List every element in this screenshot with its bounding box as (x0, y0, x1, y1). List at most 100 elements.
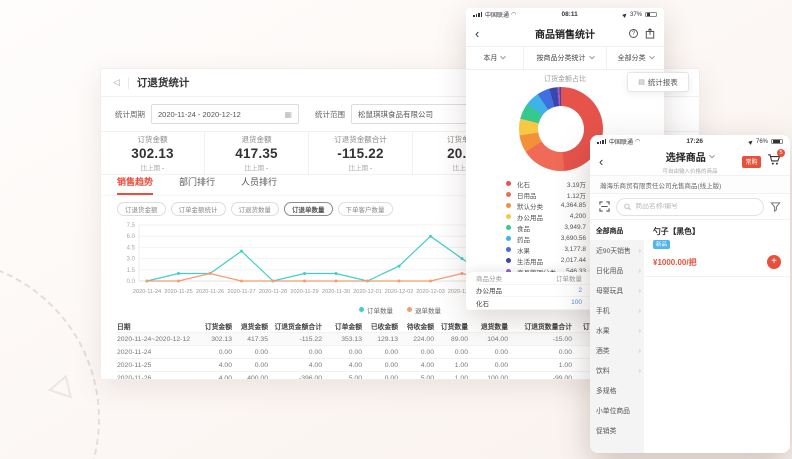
help-icon[interactable]: ? (629, 29, 638, 38)
sidebar-item[interactable]: 多规格 (590, 380, 644, 400)
table-cell: 302.13 (201, 336, 237, 343)
trend-indicator: - (162, 165, 164, 172)
category-value: 3,177.8 (564, 246, 586, 253)
search-row (590, 194, 790, 220)
search-input[interactable] (635, 203, 756, 210)
metric-pill[interactable]: 下单客户数量 (338, 202, 393, 216)
phone2-product-picker-screen: 中国联通 ◠ 17:26 76% ‹ 选择商品 可自由输入价格的商品 常购 (590, 135, 790, 453)
legend-item[interactable]: 退单数量 (407, 305, 441, 315)
share-icon[interactable] (645, 28, 655, 39)
svg-text:2020-11-25: 2020-11-25 (164, 289, 192, 295)
stat-label: 订退货金额合计 (334, 134, 387, 145)
chevron-right-icon: › (638, 266, 641, 275)
sidebar-item[interactable]: 水果› (590, 320, 644, 340)
sidebar-item-label: 饮料 (596, 365, 610, 375)
filter-dropdown-label: 全部分类 (618, 53, 646, 63)
product-name: 勺子【黑色】 (653, 226, 781, 237)
table-cell: 4.00 (403, 362, 439, 369)
table-cell: 0.00 (273, 349, 327, 356)
report-center-button[interactable]: ▤ 统计报表 (627, 72, 689, 92)
sheet-column-header: 商品分类 (476, 273, 538, 283)
sidebar-item-label: 水果 (596, 325, 610, 335)
sidebar-item-label: 小单位商品 (596, 405, 630, 415)
table-cell: -15.00 (513, 336, 577, 343)
table-cell: 0.00 (513, 349, 577, 356)
chevron-right-icon: › (638, 306, 641, 315)
sidebar-item[interactable]: 母婴玩具› (590, 280, 644, 300)
sidebar-item[interactable]: 小单位商品 (590, 400, 644, 420)
cart-count-badge: 5 (777, 149, 785, 157)
product-card[interactable]: 勺子【黑色】新品 ¥1000.00/把 + (644, 220, 790, 277)
legend-dot (359, 307, 364, 312)
sidebar-item[interactable]: 酒类› (590, 340, 644, 360)
metric-pill[interactable]: 订退单数量 (284, 202, 333, 216)
category-value: 4,200 (570, 213, 586, 220)
sidebar-item[interactable]: 全部商品 (590, 220, 644, 240)
add-to-cart-button[interactable]: + (767, 255, 781, 269)
product-price-row: ¥1000.00/把 + (653, 255, 781, 269)
metric-pill[interactable]: 订退货金额 (117, 202, 166, 216)
cart-button[interactable]: 5 (767, 153, 781, 171)
search-icon (624, 203, 631, 211)
svg-text:2020-11-26: 2020-11-26 (196, 289, 224, 295)
table-cell: 0.00 (473, 362, 513, 369)
table-cell: 417.35 (237, 336, 273, 343)
filter-dropdown[interactable]: 全部分类 (607, 47, 664, 69)
compare-label: 比上期 (245, 165, 265, 172)
battery-percent: 37% (630, 12, 642, 18)
titlebar-divider (128, 77, 129, 89)
sheet-category: 化石 (476, 298, 538, 308)
date-range-input[interactable]: 2020-11-24 - 2020-12-12 ▦ (151, 104, 299, 124)
table-cell: 2020-11-24~2020-12-12 (117, 336, 201, 343)
page-title: 订退货统计 (137, 75, 190, 90)
chevron-down-icon (501, 54, 507, 60)
svg-text:4.5: 4.5 (127, 245, 136, 251)
sheet-category: 办公用品 (476, 285, 538, 295)
filter-dropdown[interactable]: 按商品分类统计 (524, 47, 607, 69)
metric-pill[interactable]: 订退货数量 (231, 202, 280, 216)
legend-dot (506, 192, 511, 197)
product-price: ¥1000.00/把 (653, 257, 697, 268)
phone2-body: 全部商品近90天销售›日化用品›母婴玩具›手机›水果›酒类›饮料›多规格小单位商… (590, 220, 790, 453)
search-input-box[interactable] (616, 198, 764, 216)
metric-pill[interactable]: 订单金额统计 (171, 202, 226, 216)
period-filter-label: 统计周期 (115, 109, 145, 120)
supplier-notice-bar: 瀚海乐商贸有限责任公司允售商品(线上版) (590, 176, 790, 194)
sidebar-item[interactable]: 饮料 › (590, 360, 644, 380)
quick-buy-badge[interactable]: 常购 (742, 156, 761, 168)
sidebar-item[interactable]: 手机› (590, 300, 644, 320)
report-tab[interactable]: 部门排行 (179, 175, 215, 195)
report-tab[interactable]: 销售趋势 (117, 175, 153, 195)
scope-select-value: 松鼠琪琪食品有限公司 (358, 109, 433, 120)
category-value: 2,017.44 (561, 257, 586, 264)
report-button-label: 统计报表 (648, 77, 678, 88)
stat-value: 417.35 (235, 146, 278, 161)
sidebar-item[interactable]: 近90天销售› (590, 240, 644, 260)
carrier-label: 中国联通 (485, 10, 509, 19)
report-tab[interactable]: 人员排行 (241, 175, 277, 195)
sidebar-item[interactable]: 促销类 (590, 420, 644, 440)
table-cell: 100.00 (473, 375, 513, 381)
chevron-down-icon (589, 54, 595, 60)
trend-indicator: - (370, 165, 372, 172)
chevron-right-icon: › (638, 366, 641, 375)
category-name: 水果 (517, 245, 564, 255)
stat-value: 302.13 (131, 146, 174, 161)
legend-item[interactable]: 订单数量 (359, 305, 393, 315)
orange-dot-small-decoration (38, 316, 47, 325)
table-cell: -99.00 (513, 375, 577, 381)
filter-dropdown[interactable]: 本月 (466, 47, 524, 69)
column-header: 退货金额 (237, 321, 273, 331)
sidebar-item[interactable]: 日化用品 › (590, 260, 644, 280)
svg-text:2020-12-02: 2020-12-02 (385, 289, 414, 295)
table-cell: 0.00 (367, 375, 403, 381)
phone2-title: 选择商品 (666, 153, 706, 164)
collapse-icon[interactable]: ◁ (113, 77, 120, 88)
sidebar-item-label: 近90天销售 (596, 245, 631, 255)
stat-card: 订货金额302.13比上期- (101, 132, 205, 174)
filter-funnel-icon[interactable] (770, 201, 781, 212)
product-tags: 新品 (653, 240, 781, 249)
table-cell: -115.22 (273, 336, 327, 343)
scan-icon[interactable] (599, 201, 610, 212)
sidebar-item-label: 日化用品 (596, 265, 623, 275)
